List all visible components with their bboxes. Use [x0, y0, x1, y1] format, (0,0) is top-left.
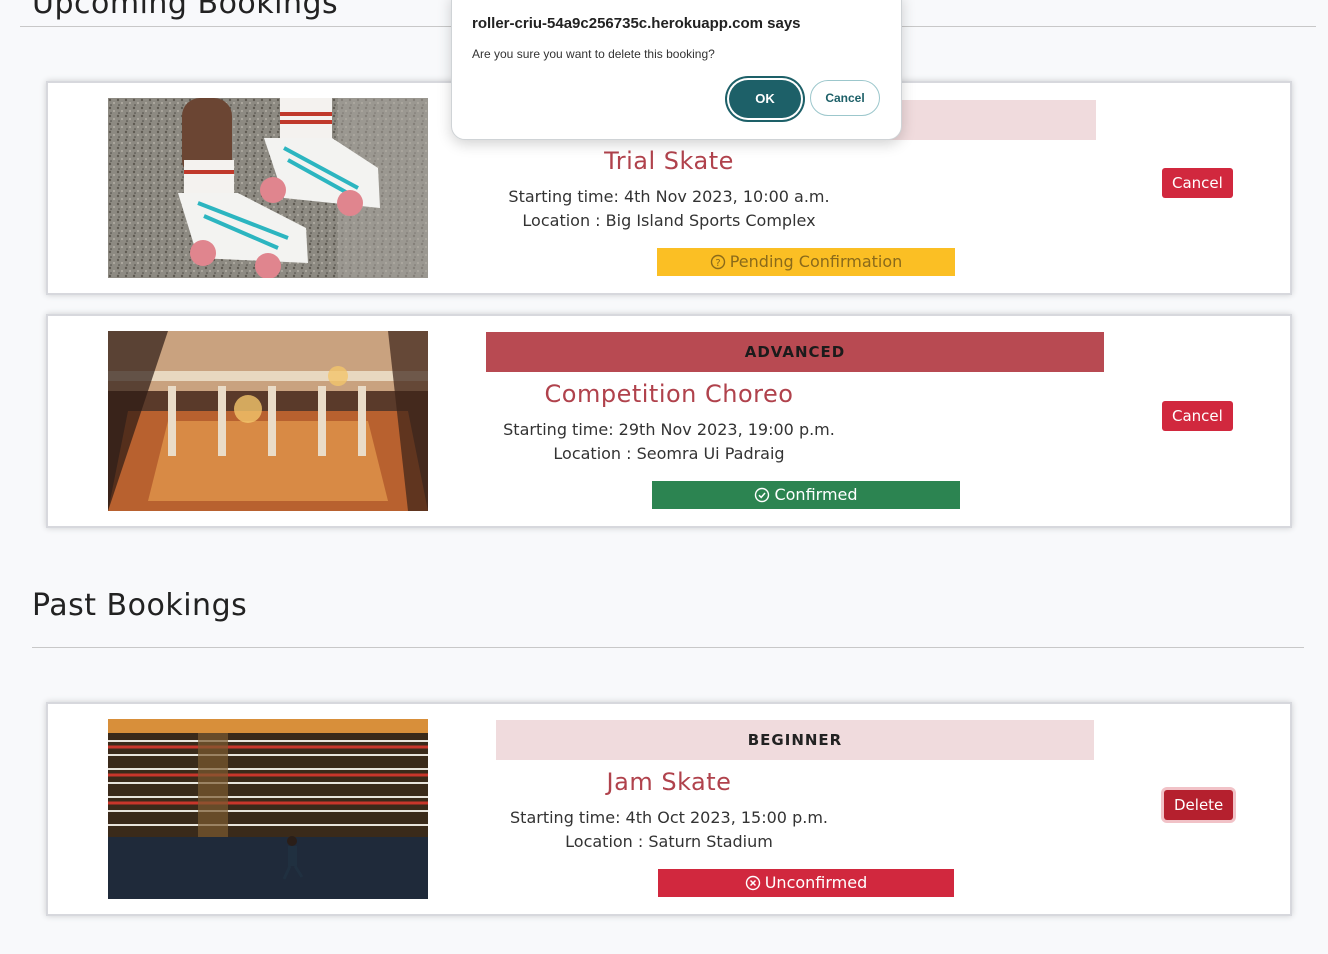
class-title: Competition Choreo	[544, 380, 794, 408]
level-banner: BEGINNER	[496, 720, 1094, 760]
upcoming-bookings-heading: Upcoming Bookings	[32, 0, 339, 21]
status-badge: ? Pending Confirmation	[657, 248, 955, 276]
class-title: Trial Skate	[604, 147, 734, 175]
starting-time: Starting time: 4th Nov 2023, 10:00 a.m.	[508, 187, 830, 206]
status-badge: Unconfirmed	[658, 869, 954, 897]
svg-text:?: ?	[715, 258, 720, 269]
status-label: Confirmed	[774, 485, 858, 504]
location: Location : Big Island Sports Complex	[522, 211, 816, 230]
starting-time: Starting time: 4th Oct 2023, 15:00 p.m.	[510, 808, 828, 827]
class-title: Jam Skate	[606, 768, 732, 796]
booking-card-competition-choreo: ADVANCED Competition Choreo Starting tim…	[46, 314, 1292, 528]
status-badge: Confirmed	[652, 481, 960, 509]
status-label: Pending Confirmation	[729, 252, 903, 271]
past-bookings-heading: Past Bookings	[32, 588, 248, 623]
section-divider	[32, 647, 1304, 648]
check-circle-icon	[754, 484, 770, 512]
level-banner: ADVANCED	[486, 332, 1104, 372]
ok-button[interactable]: OK	[729, 80, 801, 118]
delete-booking-button[interactable]: Delete	[1164, 790, 1234, 820]
location: Location : Saturn Stadium	[565, 832, 773, 851]
starting-time: Starting time: 29th Nov 2023, 19:00 p.m.	[503, 420, 835, 439]
status-label: Unconfirmed	[764, 873, 868, 892]
cancel-booking-button[interactable]: Cancel	[1162, 401, 1233, 431]
cancel-booking-button[interactable]: Cancel	[1162, 168, 1233, 198]
confirm-dialog: roller-criu-54a9c256735c.herokuapp.com s…	[451, 0, 902, 140]
dialog-title: roller-criu-54a9c256735c.herokuapp.com s…	[472, 15, 801, 32]
location: Location : Seomra Ui Padraig	[553, 444, 785, 463]
dialog-cancel-button[interactable]: Cancel	[810, 80, 880, 116]
booking-card-jam-skate: BEGINNER Jam Skate Starting time: 4th Oc…	[46, 702, 1292, 916]
dialog-message: Are you sure you want to delete this boo…	[472, 47, 715, 61]
x-circle-icon	[745, 872, 761, 900]
question-circle-icon: ?	[710, 251, 726, 279]
